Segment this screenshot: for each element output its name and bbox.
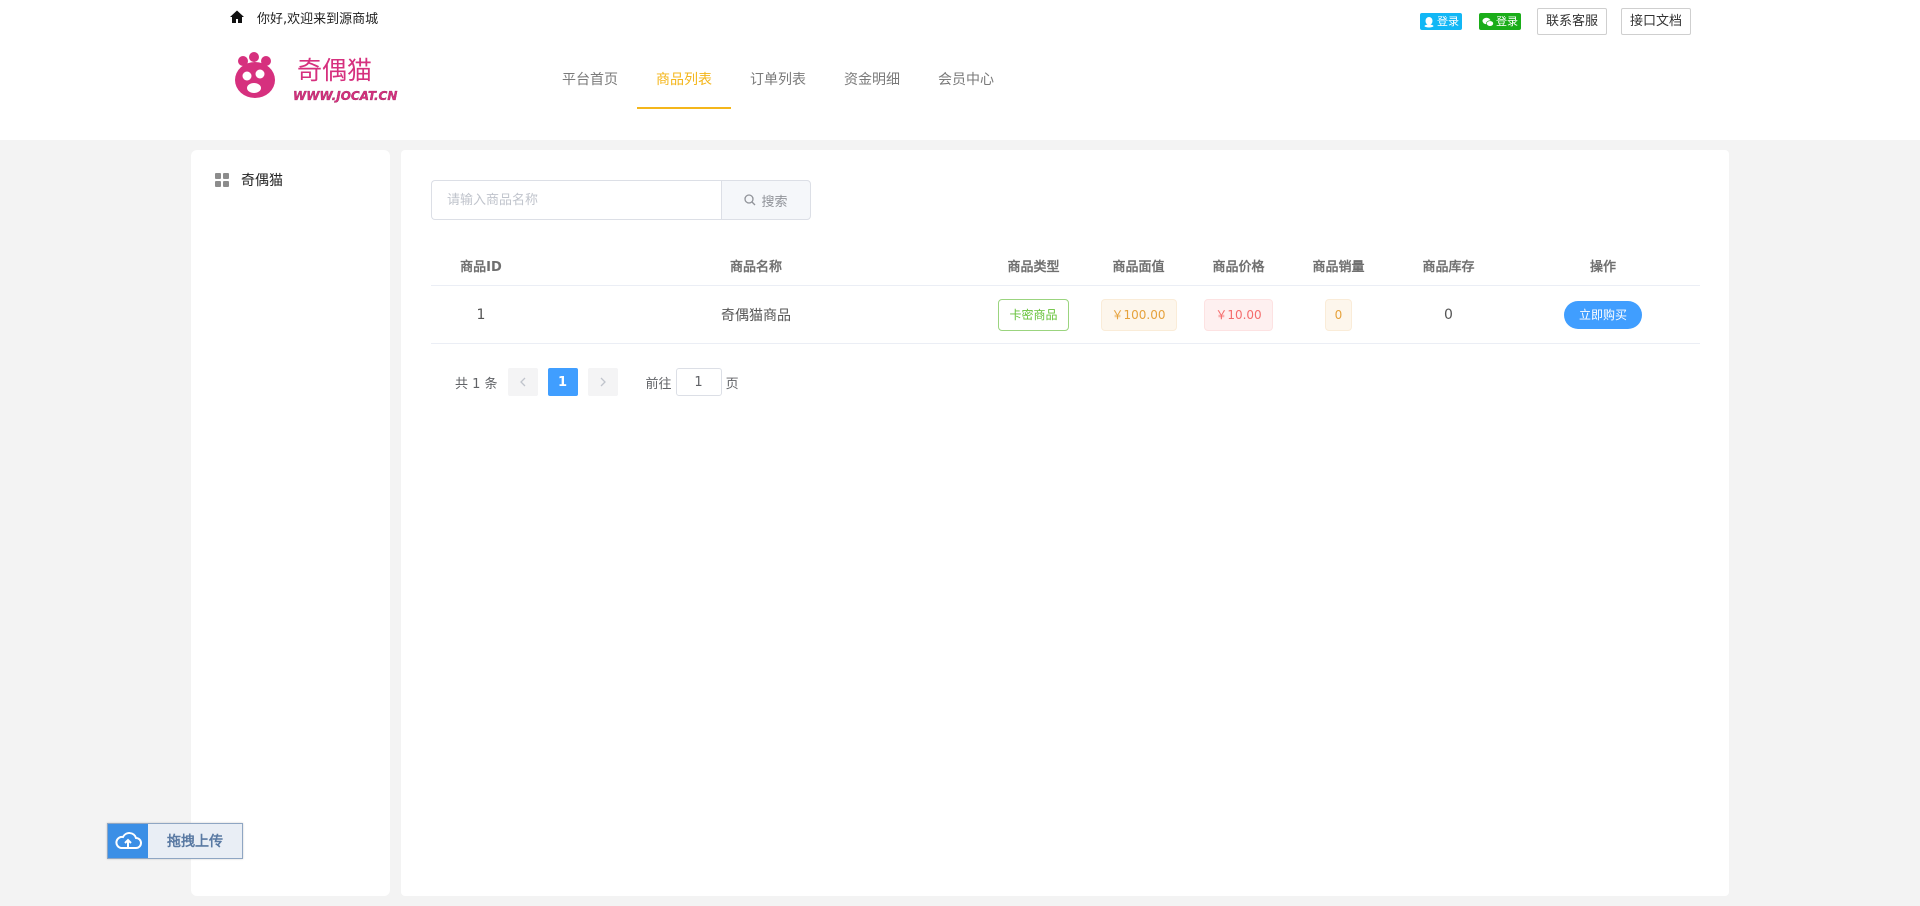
- top-actions: 登录 登录 联系客服 接口文档: [1419, 8, 1691, 35]
- prev-page-button[interactable]: [507, 368, 538, 396]
- svg-text:WWW.JOCAT.CN: WWW.JOCAT.CN: [293, 89, 397, 103]
- chevron-right-icon: [600, 377, 606, 387]
- contact-service-button[interactable]: 联系客服: [1536, 8, 1607, 35]
- top-bar: 你好,欢迎来到源商城: [229, 7, 378, 27]
- home-icon[interactable]: [229, 9, 245, 25]
- upload-label: 拖拽上传: [148, 824, 242, 858]
- wechat-icon: [1482, 17, 1494, 27]
- cell-sales: 0: [1286, 298, 1391, 331]
- next-page-button[interactable]: [587, 368, 618, 396]
- pagination: 共 1 条 1 前往 页: [455, 368, 739, 396]
- nav-item-member[interactable]: 会员中心: [919, 60, 1013, 109]
- qq-icon: [1424, 16, 1434, 27]
- sidebar-item-category[interactable]: 奇偶猫: [215, 170, 283, 190]
- col-header-name: 商品名称: [729, 260, 782, 275]
- product-list-panel: 搜索 商品ID 商品名称 商品类型 商品面值 商品价格 商品销量 商品库存 操作…: [401, 150, 1729, 896]
- search-button[interactable]: 搜索: [721, 180, 811, 220]
- page-number-current[interactable]: 1: [547, 368, 578, 396]
- table-header: 商品ID 商品名称 商品类型 商品面值 商品价格 商品销量 商品库存 操作: [431, 246, 1700, 286]
- cell-price: ￥10.00: [1191, 298, 1286, 331]
- site-logo[interactable]: 奇偶猫 WWW.JOCAT.CN: [229, 52, 404, 106]
- col-header-type: 商品类型: [1007, 260, 1060, 275]
- cell-face: ￥100.00: [1086, 298, 1191, 331]
- face-value-tag: ￥100.00: [1100, 298, 1177, 331]
- sidebar-item-label: 奇偶猫: [241, 173, 283, 189]
- pagination-total: 共 1 条: [455, 376, 498, 392]
- col-header-id: 商品ID: [460, 260, 502, 275]
- cell-op: 立即购买: [1506, 300, 1700, 329]
- table-row: 1 奇偶猫商品 卡密商品 ￥100.00 ￥10.00 0 0 立即购买: [431, 286, 1700, 344]
- cell-stock: 0: [1444, 306, 1453, 323]
- category-sidebar: 奇偶猫: [191, 150, 390, 896]
- col-header-price: 商品价格: [1212, 260, 1265, 275]
- type-tag: 卡密商品: [998, 298, 1069, 331]
- sales-tag: 0: [1324, 298, 1353, 331]
- nav-item-orders[interactable]: 订单列表: [731, 60, 825, 109]
- product-table: 商品ID 商品名称 商品类型 商品面值 商品价格 商品销量 商品库存 操作 1 …: [431, 246, 1700, 344]
- welcome-text: 你好,欢迎来到源商城: [257, 11, 379, 27]
- page-jumper: 前往 页: [646, 368, 739, 396]
- goto-suffix: 页: [725, 376, 739, 392]
- search-bar: 搜索: [431, 180, 811, 220]
- drag-upload-widget[interactable]: 拖拽上传: [107, 823, 243, 859]
- col-header-face: 商品面值: [1112, 260, 1165, 275]
- col-header-op: 操作: [1589, 260, 1616, 275]
- svg-text:奇偶猫: 奇偶猫: [297, 56, 372, 85]
- search-input[interactable]: [431, 180, 721, 220]
- grid-icon: [215, 173, 229, 187]
- nav-item-home[interactable]: 平台首页: [543, 60, 637, 109]
- col-header-stock: 商品库存: [1422, 260, 1475, 275]
- buy-now-button[interactable]: 立即购买: [1563, 300, 1642, 329]
- qq-login-button[interactable]: 登录: [1419, 13, 1462, 30]
- col-header-sales: 商品销量: [1312, 260, 1365, 275]
- nav-item-funds[interactable]: 资金明细: [825, 60, 919, 109]
- api-docs-button[interactable]: 接口文档: [1620, 8, 1691, 35]
- price-tag: ￥10.00: [1204, 298, 1273, 331]
- site-header: 你好,欢迎来到源商城 登录 登录 联系客服 接口文档 奇偶猫 WWW.JOCAT…: [0, 0, 1920, 140]
- cloud-upload-icon: [108, 824, 148, 858]
- wechat-login-button[interactable]: 登录: [1478, 13, 1521, 30]
- goto-prefix: 前往: [645, 376, 672, 392]
- cell-name: 奇偶猫商品: [721, 307, 791, 324]
- search-icon: [744, 194, 756, 206]
- cell-type: 卡密商品: [981, 298, 1086, 331]
- goto-page-input[interactable]: [675, 368, 722, 396]
- main-nav: 平台首页 商品列表 订单列表 资金明细 会员中心: [543, 60, 1013, 109]
- cell-id: 1: [476, 306, 486, 323]
- chevron-left-icon: [519, 377, 526, 387]
- nav-item-products[interactable]: 商品列表: [637, 60, 731, 109]
